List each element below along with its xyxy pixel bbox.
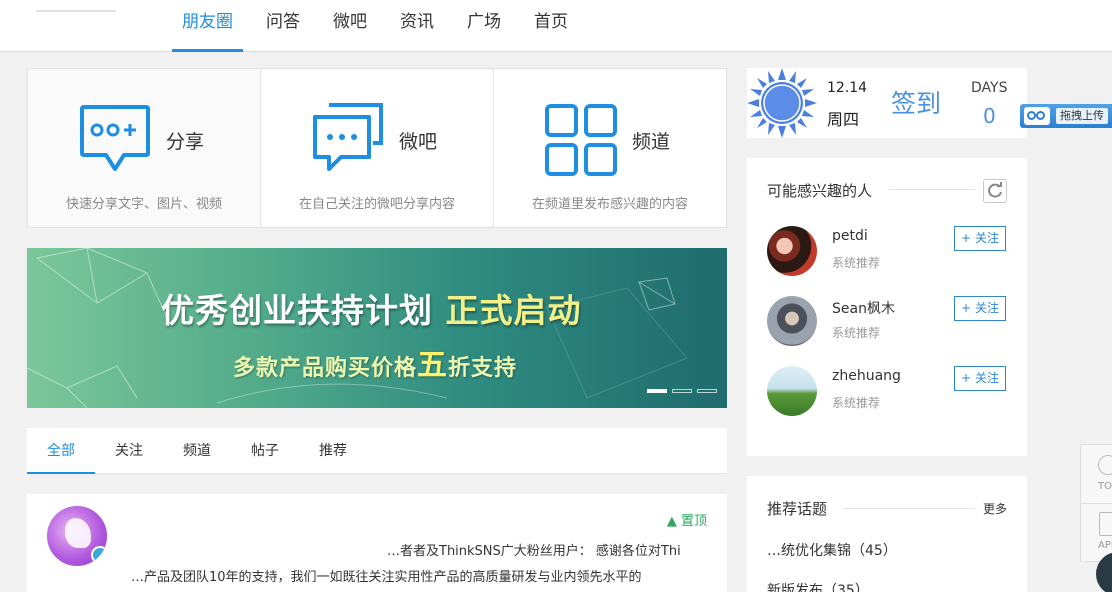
suggested-people-panel: 可能感兴趣的人 petdi 系统推荐 + 关注 Sean枫木 系统推荐 + 关注… — [747, 158, 1027, 456]
divider — [889, 189, 975, 190]
quick-action-cards: 分享 快速分享文字、图片、视频 微吧 在自己关注的微吧分享内容 频道 在频道里发… — [27, 68, 727, 228]
suggested-person: Sean枫木 系统推荐 + 关注 — [767, 296, 1012, 346]
follow-label: 关注 — [974, 301, 999, 315]
refresh-button[interactable] — [983, 179, 1007, 203]
checkin-widget: 12.14 周四 签到 DAYS 0 — [747, 68, 1027, 138]
pinned-text: 置顶 — [680, 514, 707, 529]
banner-sub-post: 折支持 — [448, 356, 518, 381]
avatar[interactable] — [767, 366, 817, 416]
share-card-desc: 快速分享文字、图片、视频 — [65, 197, 222, 212]
nav-item-weiba[interactable]: 微吧 — [323, 0, 377, 52]
days-label: DAYS — [971, 80, 1008, 96]
tab-all[interactable]: 全部 — [27, 428, 95, 474]
banner-subtitle: 多款产品购买价格五折支持 — [233, 340, 517, 384]
banner-dot-1[interactable] — [647, 389, 667, 393]
suggested-people-title: 可能感兴趣的人 — [767, 182, 873, 200]
drag-upload-button[interactable]: 拖拽上传 — [1020, 104, 1112, 128]
post-text-line1: …者者及ThinkSNS广大粉丝用户： 感谢各位对Thi — [387, 544, 681, 559]
nav-item-news[interactable]: 资讯 — [390, 0, 444, 52]
back-to-top-button[interactable]: TO — [1081, 445, 1112, 503]
post-text-line2: …产品及团队10年的支持，我们一如既往关注实用性产品的高质量研发与业内领先水平的 — [131, 570, 642, 585]
phone-icon — [1099, 512, 1112, 536]
avatar-graphic — [65, 518, 91, 548]
banner-dot-3[interactable] — [697, 389, 717, 393]
recommended-topics-title: 推荐话题 — [767, 500, 828, 518]
refresh-icon — [988, 182, 1002, 198]
banner-title-main: 优秀创业扶持计划 — [161, 291, 433, 330]
tab-posts[interactable]: 帖子 — [231, 428, 299, 474]
drag-upload-label: 拖拽上传 — [1056, 108, 1108, 124]
banner-title-highlight: 正式启动 — [445, 291, 582, 330]
checkin-weekday: 周四 — [827, 110, 860, 129]
channel-card[interactable]: 频道 在频道里发布感兴趣的内容 — [494, 69, 726, 227]
back-to-top-label: TO — [1098, 481, 1112, 492]
feed-post: ▲ 置顶 …者者及ThinkSNS广大粉丝用户： 感谢各位对Thi …产品及团队… — [27, 494, 727, 592]
feed-tabs: 全部 关注 频道 帖子 推荐 — [27, 428, 727, 474]
grid-icon — [544, 103, 618, 181]
chat-dots-icon — [311, 103, 385, 181]
follow-button[interactable]: + 关注 — [954, 296, 1006, 321]
more-topics-link[interactable]: 更多 — [983, 500, 1007, 517]
person-source: 系统推荐 — [832, 326, 881, 340]
tab-recommend[interactable]: 推荐 — [299, 428, 367, 474]
weiba-card[interactable]: 微吧 在自己关注的微吧分享内容 — [261, 69, 494, 227]
promo-banner[interactable]: 优秀创业扶持计划 正式启动 多款产品购买价格五折支持 — [27, 248, 727, 408]
person-name[interactable]: Sean枫木 — [832, 298, 895, 318]
main-nav: 朋友圈 问答 微吧 资讯 广场 首页 — [172, 0, 591, 52]
tab-following[interactable]: 关注 — [95, 428, 163, 474]
pinned-label[interactable]: ▲ 置顶 — [667, 510, 707, 529]
nav-item-qa[interactable]: 问答 — [256, 0, 310, 52]
weiba-card-title: 微吧 — [399, 131, 438, 153]
top-navbar: 朋友圈 问答 微吧 资讯 广场 首页 — [0, 0, 1112, 52]
channel-card-desc: 在频道里发布感兴趣的内容 — [531, 197, 688, 212]
person-source: 系统推荐 — [832, 396, 881, 410]
cloud-upload-icon — [1024, 107, 1050, 125]
follow-button[interactable]: + 关注 — [954, 366, 1006, 391]
follow-label: 关注 — [974, 371, 999, 385]
banner-sub-big: 五 — [417, 348, 449, 383]
topic-item[interactable]: 新版发布（35） — [767, 580, 869, 592]
plus-icon: + — [961, 301, 972, 315]
verified-badge-icon — [91, 546, 107, 564]
banner-pagination — [647, 389, 717, 393]
chevron-up-icon — [1098, 455, 1112, 475]
sign-in-button[interactable]: 签到 — [891, 84, 941, 120]
days-count: 0 — [983, 104, 996, 128]
person-name[interactable]: zhehuang — [832, 368, 901, 384]
follow-button[interactable]: + 关注 — [954, 226, 1006, 251]
banner-dot-2[interactable] — [672, 389, 692, 393]
person-name[interactable]: petdi — [832, 228, 868, 244]
sun-icon — [747, 68, 817, 138]
avatar[interactable] — [767, 226, 817, 276]
plus-icon: + — [961, 371, 972, 385]
banner-sub-pre: 多款产品购买价格 — [233, 356, 418, 381]
checkin-date: 12.14 — [827, 80, 868, 96]
divider — [843, 508, 975, 509]
nav-item-home[interactable]: 首页 — [524, 0, 578, 52]
channel-card-title: 频道 — [632, 131, 671, 153]
suggested-person: zhehuang 系统推荐 + 关注 — [767, 366, 1012, 416]
avatar[interactable] — [47, 506, 107, 566]
topic-item[interactable]: …统优化集锦（45） — [767, 540, 897, 560]
plus-icon: + — [961, 231, 972, 245]
site-logo[interactable] — [36, 10, 116, 20]
avatar[interactable] — [767, 296, 817, 346]
share-card-title: 分享 — [166, 131, 205, 153]
share-card[interactable]: 分享 快速分享文字、图片、视频 — [28, 69, 261, 227]
suggested-person: petdi 系统推荐 + 关注 — [767, 226, 1012, 276]
banner-title: 优秀创业扶持计划 正式启动 — [161, 284, 582, 332]
tab-channel[interactable]: 频道 — [163, 428, 231, 474]
person-source: 系统推荐 — [832, 256, 881, 270]
chat-share-icon — [78, 103, 152, 181]
weiba-card-desc: 在自己关注的微吧分享内容 — [298, 197, 455, 212]
floating-side-toolbar: TO APP — [1080, 444, 1112, 562]
recommended-topics-panel: 推荐话题 更多 …统优化集锦（45） 新版发布（35） — [747, 476, 1027, 592]
app-label: APP — [1098, 540, 1112, 551]
nav-item-friends[interactable]: 朋友圈 — [172, 0, 243, 52]
pin-icon: ▲ — [666, 514, 677, 529]
app-download-button[interactable]: APP — [1081, 503, 1112, 561]
nav-item-square[interactable]: 广场 — [457, 0, 511, 52]
follow-label: 关注 — [974, 231, 999, 245]
